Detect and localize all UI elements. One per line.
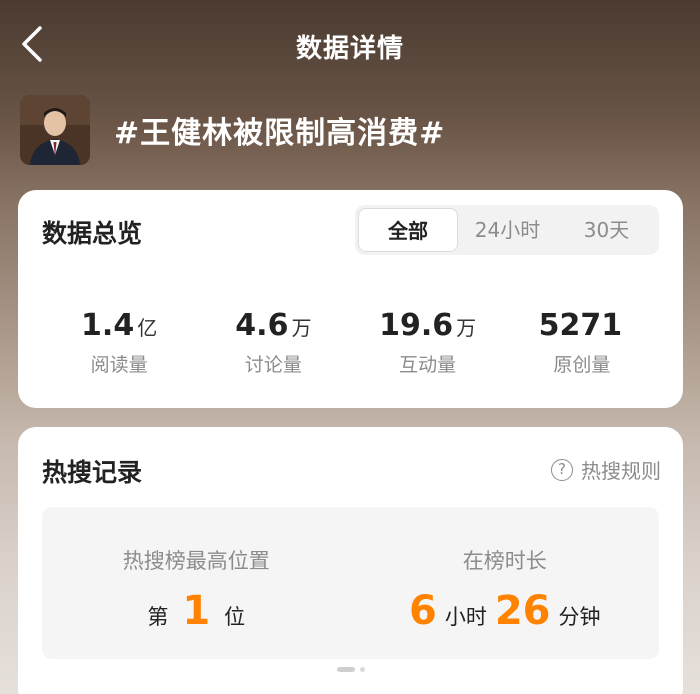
tab-24h[interactable]: 24小时: [458, 208, 557, 252]
hot-search-rules-link[interactable]: ? 热搜规则: [551, 455, 661, 484]
page-title: 数据详情: [295, 34, 404, 64]
stat-value: 5271: [538, 308, 623, 343]
overview-title: 数据总览: [42, 219, 143, 248]
data-overview-card: 数据总览 全部 24小时 30天 1.4 亿 阅读量 4.6 万 讨论量 19.6 万…: [18, 190, 683, 408]
stat-value: 4.6: [235, 308, 289, 343]
rules-label: 热搜规则: [581, 459, 661, 483]
stat-discussions: 4.6 万 讨论量: [196, 308, 350, 377]
stat-reads: 1.4 亿 阅读量: [42, 308, 196, 377]
page-dot-active: [336, 667, 355, 672]
time-range-tabs: 全部 24小时 30天: [355, 205, 659, 255]
person-portrait-icon: [20, 95, 90, 165]
stat-unit: 亿: [137, 316, 158, 340]
stat-interactions: 19.6 万 互动量: [351, 308, 505, 377]
topic-title: #王健林被限制高消费#: [114, 116, 446, 151]
stat-label: 互动量: [399, 354, 457, 376]
topic-header: #王健林被限制高消费#: [20, 95, 445, 165]
avatar: [20, 95, 90, 165]
page-indicator: [336, 667, 365, 689]
stat-label: 讨论量: [244, 354, 302, 376]
stat-value: 1.4: [81, 308, 135, 343]
stat-value: 19.6: [379, 308, 454, 343]
time-on-list: 在榜时长 6 小时 26 分钟: [351, 507, 660, 659]
stat-originals: 5271 原创量: [505, 308, 659, 377]
stats-row: 1.4 亿 阅读量 4.6 万 讨论量 19.6 万 互动量 5271 原创量: [42, 308, 659, 377]
stat-label: 阅读量: [90, 354, 148, 376]
hours-value: 6: [408, 588, 437, 634]
question-icon: ?: [551, 458, 573, 481]
stat-label: 原创量: [553, 354, 611, 376]
rank-value: 1: [182, 588, 211, 634]
tab-30d[interactable]: 30天: [557, 208, 656, 252]
rank-suffix: 位: [224, 605, 246, 629]
minutes-value: 26: [494, 588, 551, 634]
stat-unit: 万: [291, 316, 312, 340]
rank-prefix: 第: [147, 605, 169, 629]
page-dot: [359, 667, 365, 672]
time-on-list-label: 在榜时长: [462, 549, 547, 573]
hot-search-record-panel: 热搜榜最高位置 第 1 位 在榜时长 6 小时 26 分钟: [42, 507, 659, 659]
hot-search-card: 热搜记录 ? 热搜规则 热搜榜最高位置 第 1 位 在榜时长 6 小时 26 分…: [18, 427, 683, 694]
stat-unit: 万: [456, 316, 477, 340]
minutes-unit: 分钟: [558, 605, 601, 629]
highest-position-label: 热搜榜最高位置: [122, 549, 270, 573]
top-bar: 数据详情: [0, 0, 700, 92]
hot-search-title: 热搜记录: [42, 458, 143, 487]
tab-all[interactable]: 全部: [358, 208, 458, 252]
hours-unit: 小时: [444, 605, 487, 629]
highest-position: 热搜榜最高位置 第 1 位: [42, 507, 351, 659]
